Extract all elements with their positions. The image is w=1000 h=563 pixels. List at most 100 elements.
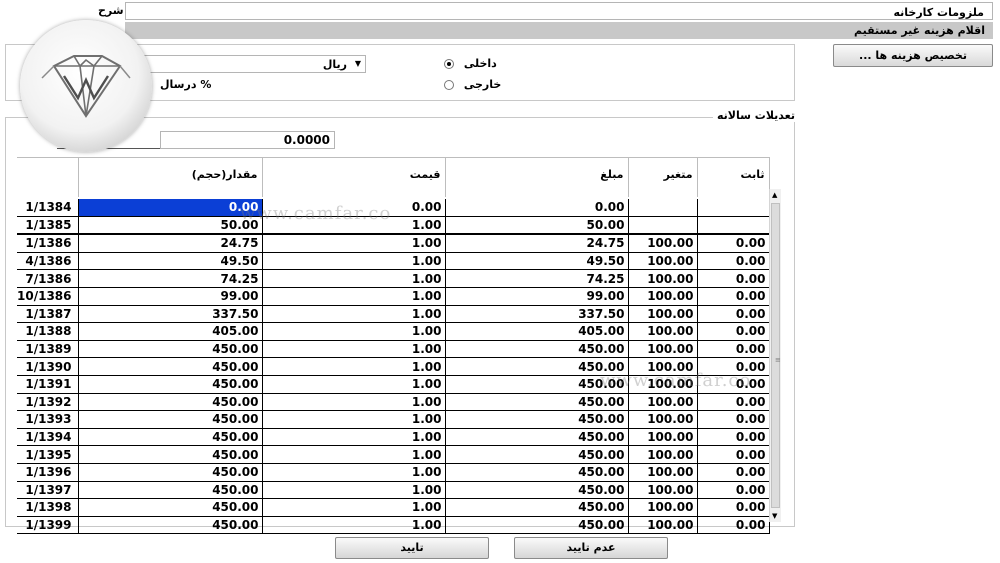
cell-amount[interactable]: 24.75 [445,234,629,253]
cell-quantity[interactable]: 450.00 [78,516,263,535]
cell-price[interactable]: 1.00 [262,269,446,288]
cell-variable[interactable]: 100.00 [628,234,698,253]
cell-variable[interactable]: 100.00 [628,322,698,341]
cell-period[interactable]: 1/1391 [17,375,79,394]
cell-quantity[interactable]: 450.00 [78,340,263,359]
foreign-radio-row[interactable]: خارجی [440,78,501,91]
cell-fixed[interactable]: 0.00 [697,445,770,464]
cell-variable[interactable]: 100.00 [628,269,698,288]
cell-fixed[interactable]: 0.00 [697,463,770,482]
cell-variable[interactable]: 100.00 [628,340,698,359]
table-row[interactable]: 1/1384 0.00 0.00 0.00 [17,199,770,217]
cell-quantity[interactable]: 337.50 [78,305,263,324]
cell-amount[interactable]: 450.00 [445,428,629,447]
grid-vertical-scrollbar[interactable]: ▲ ≡ ▼ [769,189,781,522]
cell-amount[interactable]: 450.00 [445,498,629,517]
cell-price[interactable]: 1.00 [262,516,446,535]
cell-amount[interactable]: 450.00 [445,516,629,535]
header-quantity[interactable]: مقدار(حجم) [78,157,263,197]
table-row[interactable]: 1/1385 50.00 1.00 50.00 [17,216,770,236]
cell-period[interactable]: 1/1386 [17,234,79,253]
cell-variable[interactable]: 100.00 [628,516,698,535]
cell-amount[interactable]: 50.00 [445,216,629,236]
cell-quantity[interactable]: 450.00 [78,375,263,394]
cell-variable[interactable]: 100.00 [628,305,698,324]
cell-period[interactable]: 4/1386 [17,252,79,271]
cell-period[interactable]: 7/1386 [17,269,79,288]
cell-variable[interactable]: 100.00 [628,498,698,517]
cell-variable[interactable]: 100.00 [628,393,698,412]
cell-amount[interactable]: 74.25 [445,269,629,288]
cell-quantity[interactable]: 405.00 [78,322,263,341]
cell-price[interactable]: 1.00 [262,393,446,412]
currency-select[interactable]: ریال ▼ [125,55,366,73]
cell-amount[interactable]: 450.00 [445,463,629,482]
table-row[interactable]: 1/1393 450.00 1.00 450.00 100.00 0.00 [17,410,770,429]
cell-quantity[interactable]: 0.00 [78,199,263,217]
cell-period[interactable]: 1/1389 [17,340,79,359]
table-row[interactable]: 1/1394 450.00 1.00 450.00 100.00 0.00 [17,428,770,447]
cell-quantity[interactable]: 50.00 [78,216,263,236]
cell-variable[interactable]: 100.00 [628,445,698,464]
cell-amount[interactable]: 99.00 [445,287,629,306]
table-row[interactable]: 1/1387 337.50 1.00 337.50 100.00 0.00 [17,305,770,324]
description-field[interactable]: ملزومات کارخانه [125,2,993,20]
confirm-button[interactable]: تایید [335,537,489,559]
cell-quantity[interactable]: 450.00 [78,445,263,464]
cell-price[interactable]: 1.00 [262,340,446,359]
cell-variable[interactable]: 100.00 [628,252,698,271]
cell-quantity[interactable]: 450.00 [78,481,263,500]
cell-price[interactable]: 1.00 [262,498,446,517]
cell-fixed[interactable]: 0.00 [697,428,770,447]
cell-period[interactable]: 1/1390 [17,357,79,376]
cell-fixed[interactable]: 0.00 [697,287,770,306]
table-row[interactable]: 1/1388 405.00 1.00 405.00 100.00 0.00 [17,322,770,341]
domestic-radio-row[interactable]: داخلی [440,57,497,70]
cell-amount[interactable]: 450.00 [445,445,629,464]
cell-period[interactable]: 10/1386 [17,287,79,306]
cell-fixed[interactable]: 0.00 [697,340,770,359]
cell-period[interactable]: 1/1385 [17,216,79,236]
cell-amount[interactable]: 405.00 [445,322,629,341]
cell-variable[interactable]: 100.00 [628,428,698,447]
reject-button[interactable]: عدم تایید [514,537,668,559]
cell-period[interactable]: 1/1392 [17,393,79,412]
cell-period[interactable]: 1/1394 [17,428,79,447]
foreign-radio[interactable] [444,80,454,90]
cell-period[interactable]: 1/1387 [17,305,79,324]
table-row[interactable]: 1/1397 450.00 1.00 450.00 100.00 0.00 [17,481,770,500]
cell-amount[interactable]: 49.50 [445,252,629,271]
allocate-costs-button[interactable]: ... تخصیص هزینه ها [833,44,993,67]
cell-fixed[interactable] [697,216,770,236]
cell-price[interactable]: 1.00 [262,481,446,500]
header-variable[interactable]: متغیر [628,157,698,197]
table-row[interactable]: 1/1395 450.00 1.00 450.00 100.00 0.00 [17,445,770,464]
cell-price[interactable]: 1.00 [262,375,446,394]
cell-fixed[interactable]: 0.00 [697,322,770,341]
cell-price[interactable]: 1.00 [262,305,446,324]
cell-period[interactable]: 1/1395 [17,445,79,464]
cell-quantity[interactable]: 450.00 [78,498,263,517]
cell-amount[interactable]: 0.00 [445,199,629,217]
cell-quantity[interactable]: 450.00 [78,393,263,412]
cell-fixed[interactable] [697,199,770,217]
header-price[interactable]: قیمت [262,157,446,197]
cell-fixed[interactable]: 0.00 [697,252,770,271]
table-row[interactable]: 1/1389 450.00 1.00 450.00 100.00 0.00 [17,340,770,359]
cell-price[interactable]: 1.00 [262,234,446,253]
chevron-down-icon[interactable]: ▼ [355,59,361,68]
cell-fixed[interactable]: 0.00 [697,234,770,253]
header-amount[interactable]: مبلغ [445,157,629,197]
cell-quantity[interactable]: 74.25 [78,269,263,288]
cell-period[interactable]: 1/1399 [17,516,79,535]
cell-quantity[interactable]: 99.00 [78,287,263,306]
cell-fixed[interactable]: 0.00 [697,305,770,324]
cell-variable[interactable]: 100.00 [628,463,698,482]
cell-fixed[interactable]: 0.00 [697,498,770,517]
table-row[interactable]: 1/1386 24.75 1.00 24.75 100.00 0.00 [17,234,770,253]
cell-variable[interactable] [628,216,698,236]
cell-variable[interactable]: 100.00 [628,481,698,500]
cell-period[interactable]: 1/1396 [17,463,79,482]
cell-quantity[interactable]: 450.00 [78,463,263,482]
cell-price[interactable]: 1.00 [262,357,446,376]
